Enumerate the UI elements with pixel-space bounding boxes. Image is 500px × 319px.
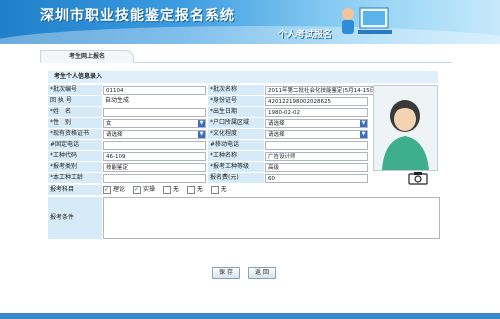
checkbox-icon[interactable] [186, 185, 195, 194]
name-label: *姓 名 [48, 107, 102, 117]
banner-wave [0, 26, 500, 44]
tab-bar: 考生网上报名 [40, 50, 452, 63]
subject-option[interactable]: 无 [162, 185, 179, 194]
subjects-checkbox-group: 理论 实操 无 无 无 [103, 185, 233, 195]
chevron-down-icon: ▼ [360, 131, 367, 138]
conditions-label: 报考条件 [48, 197, 102, 239]
subject-option-label: 无 [220, 186, 227, 193]
person-placeholder-icon [374, 86, 437, 170]
fee-field[interactable]: 60 [265, 174, 368, 183]
work-years-field[interactable] [103, 174, 206, 183]
education-select-value: 请选择 [268, 132, 285, 138]
id-number-field[interactable]: 420122198002028625 [265, 97, 368, 106]
education-select[interactable]: 请选择 ▼ [265, 130, 368, 139]
exam-category-label: *报考类别 [48, 162, 102, 172]
birth-date-field[interactable]: 1980-02-02 [265, 108, 368, 117]
camera-icon[interactable] [408, 171, 428, 185]
hukou-area-select[interactable]: 请选择 ▼ [265, 119, 368, 128]
subject-option[interactable]: 无 [186, 185, 203, 194]
certificate-select-value: 请选择 [106, 132, 123, 138]
conditions-textarea[interactable] [103, 197, 440, 239]
section-title: 考生个人信息录入 [48, 71, 438, 83]
certificate-select[interactable]: 请选择 ▼ [103, 130, 206, 139]
checkbox-icon[interactable] [162, 185, 171, 194]
chevron-down-icon: ▼ [360, 120, 367, 127]
landline-field[interactable] [103, 141, 206, 150]
chevron-down-icon: ▼ [198, 131, 205, 138]
batch-no-label: *批次编号 [48, 85, 102, 95]
form-panel: 考生个人信息录入 *批次编号 01104 *批次名称 2011年第二批社会化技能… [48, 65, 440, 275]
id-number-label: *身份证号 [208, 96, 264, 106]
gender-label: *性 别 [48, 118, 102, 128]
job-code-field[interactable]: 46-109 [103, 152, 206, 161]
tab-online-registration[interactable]: 考生网上报名 [40, 50, 134, 63]
job-code-label: *工种代码 [48, 151, 102, 161]
subjects-row: 报考科目 理论 实操 无 无 无 [48, 185, 438, 196]
subject-option[interactable]: 理论 [103, 185, 126, 195]
chevron-down-icon: ▼ [198, 120, 205, 127]
gender-select[interactable]: 女 ▼ [103, 119, 206, 128]
back-button[interactable]: 返 回 [248, 267, 276, 279]
footer-bar [0, 313, 500, 319]
gender-select-value: 女 [106, 121, 112, 127]
subjects-label: 报考科目 [48, 185, 102, 195]
hukou-area-select-value: 请选择 [268, 121, 285, 127]
receipt-no-label: 回 执 号 [48, 96, 102, 106]
checkbox-icon[interactable] [210, 185, 219, 194]
mobile-field[interactable] [265, 141, 368, 150]
mobile-label: #移动电话 [208, 140, 264, 150]
form-row: *本工种工龄 报名费(元) 60 [48, 173, 438, 184]
subject-option-label: 无 [196, 186, 203, 193]
checkbox-checked-icon[interactable] [103, 185, 111, 195]
app-title: 深圳市职业技能鉴定报名系统 [40, 8, 235, 24]
batch-no-field[interactable]: 01104 [103, 86, 206, 95]
hukou-area-label: *户口所属区域 [208, 118, 264, 128]
exam-category-field[interactable]: 技能鉴定 [103, 163, 206, 172]
subject-option-label: 理论 [113, 186, 126, 193]
save-button[interactable]: 保 存 [212, 267, 240, 279]
app-subtitle: 个人考试报名 [278, 30, 333, 40]
work-years-label: *本工种工龄 [48, 173, 102, 183]
tab-label: 考生网上报名 [68, 53, 105, 60]
receipt-no-value: 自动生成 [105, 97, 130, 104]
conditions-row: 报考条件 [48, 197, 440, 241]
job-level-field[interactable]: 高级 [265, 163, 368, 172]
landline-label: #固定电话 [48, 140, 102, 150]
name-field[interactable] [103, 108, 206, 117]
subject-option-label: 实操 [142, 186, 155, 193]
header-banner: 深圳市职业技能鉴定报名系统 个人考试报名 [0, 0, 500, 44]
batch-name-label: *批次名称 [208, 85, 264, 95]
fee-label: 报名费(元) [208, 173, 264, 183]
checkbox-checked-icon[interactable] [132, 185, 141, 195]
job-name-label: *工种名称 [208, 151, 264, 161]
subject-option-label: 无 [172, 186, 179, 193]
subject-option[interactable]: 无 [210, 185, 227, 194]
job-level-label: *报考工种等级 [208, 162, 264, 172]
certificate-label: *现有资格证书 [48, 129, 102, 139]
banner-illustration-icon [342, 7, 392, 34]
job-name-field[interactable]: 广告设计师 [265, 152, 368, 161]
birth-date-label: *出生日期 [208, 107, 264, 117]
education-label: *文化程度 [208, 129, 264, 139]
photo-placeholder[interactable] [373, 85, 438, 171]
subject-option[interactable]: 实操 [132, 185, 155, 195]
